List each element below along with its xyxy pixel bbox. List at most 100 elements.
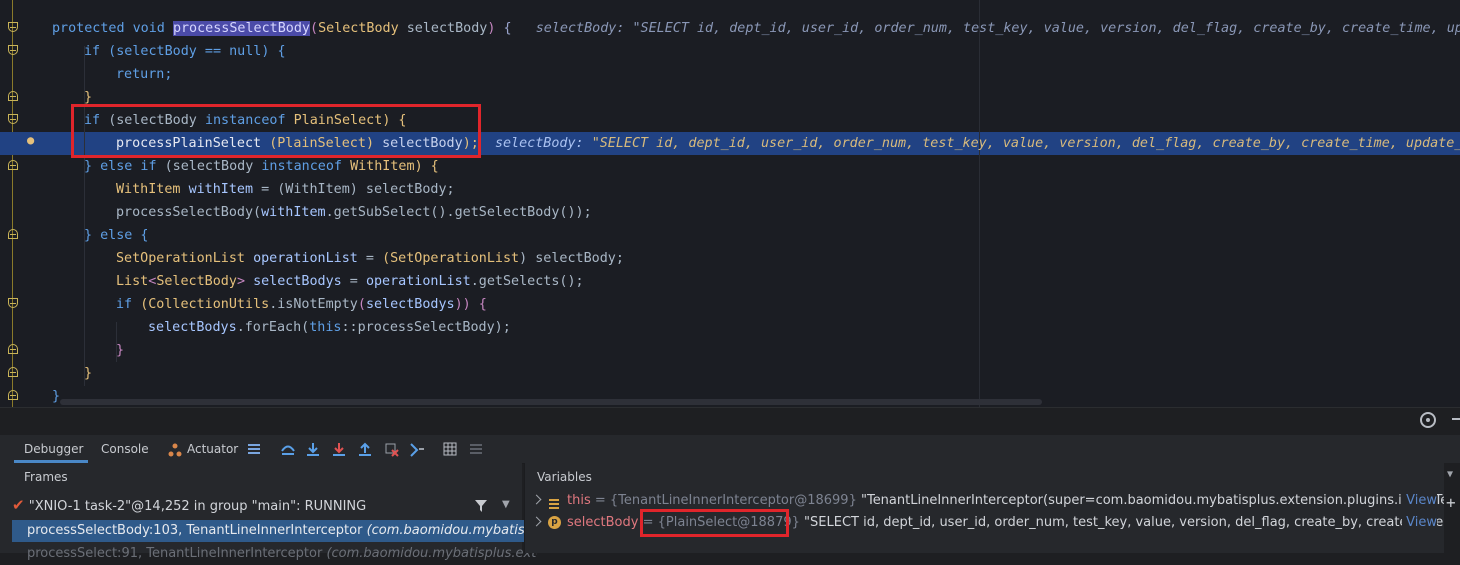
code-line[interactable]: } — [116, 339, 124, 362]
code-text: return; — [116, 67, 172, 82]
fold-marker-icon[interactable] — [8, 22, 18, 32]
code-text: (WithItem) selectBody; — [277, 182, 454, 197]
code-text: if (selectBody == null) { — [84, 44, 286, 59]
run-to-cursor-icon[interactable] — [409, 441, 425, 457]
keyword: if — [116, 297, 132, 312]
thread-selector[interactable]: ✔ "XNIO-1 task-2"@14,252 in group "main"… — [12, 493, 520, 517]
view-link[interactable]: View — [1402, 512, 1437, 534]
fold-marker-icon[interactable] — [8, 367, 18, 377]
fold-marker-icon[interactable] — [8, 390, 18, 400]
code-line[interactable]: SetOperationList operationList = (SetOpe… — [116, 247, 624, 270]
chevron-down-icon[interactable]: ▼ — [1447, 469, 1453, 480]
keyword: } else if — [84, 159, 157, 174]
code-line[interactable]: if (selectBody == null) { — [84, 40, 286, 63]
code-line[interactable]: if (CollectionUtils.isNotEmpty(selectBod… — [116, 293, 487, 316]
code-line-signature[interactable]: protected void processSelectBody(SelectB… — [52, 17, 1460, 40]
frames-title: Frames — [24, 463, 68, 491]
keyword: protected — [52, 21, 125, 36]
horizontal-scrollbar[interactable] — [60, 399, 1042, 405]
type-name: SelectBody — [156, 274, 237, 289]
frame-item[interactable]: processSelect:91, TenantLineInnerInterce… — [12, 543, 537, 565]
evaluate-expression-icon[interactable] — [442, 441, 458, 457]
drop-frame-icon[interactable] — [383, 441, 399, 457]
tab-debugger[interactable]: Debugger — [14, 435, 88, 463]
code-line[interactable]: return; — [116, 63, 172, 86]
debugger-toolbar: Debugger Console Actuator — [0, 435, 1460, 464]
parameter-icon: p — [548, 516, 561, 529]
chevron-right-icon[interactable] — [532, 495, 542, 505]
inline-debug-value: "SELECT id, dept_id, user_id, order_num,… — [633, 21, 1460, 36]
step-out-icon[interactable] — [357, 441, 373, 457]
code-line[interactable]: processSelectBody(withItem.getSubSelect(… — [116, 201, 592, 224]
menu-lines-icon[interactable] — [246, 441, 262, 457]
type-name: SetOperationList — [390, 251, 519, 266]
minimize-icon[interactable] — [1452, 418, 1460, 420]
type-name: CollectionUtils — [148, 297, 269, 312]
param-name: selectBody — [407, 21, 488, 36]
fold-marker-icon[interactable] — [8, 91, 18, 101]
code-line[interactable]: } else if (selectBody instanceof WithIte… — [84, 155, 439, 178]
type-name: SetOperationList — [116, 251, 245, 266]
step-into-icon[interactable] — [305, 441, 321, 457]
fold-marker-icon[interactable] — [8, 229, 18, 239]
plus-icon[interactable]: + — [1446, 493, 1456, 512]
type-name: WithItem — [350, 159, 415, 174]
code-line[interactable]: } — [52, 385, 60, 407]
frame-item[interactable]: processSelectBody:103, TenantLineInnerIn… — [12, 520, 537, 542]
variable: selectBodys — [148, 320, 237, 335]
keyword: void — [133, 21, 165, 36]
variable-type: {TenantLineInnerInterceptor@18699} — [610, 493, 857, 508]
variable-value: "SELECT id, dept_id, user_id, order_num,… — [800, 515, 1445, 530]
fold-marker-icon[interactable] — [8, 45, 18, 55]
variable: selectBodys — [253, 274, 342, 289]
force-step-into-icon[interactable] — [331, 441, 347, 457]
code-text: } — [116, 343, 124, 358]
keyword: } else { — [84, 228, 149, 243]
variable: withItem — [189, 182, 254, 197]
variables-title: Variables — [537, 463, 592, 491]
code-line[interactable]: selectBodys.forEach(this::processSelectB… — [148, 316, 511, 339]
tab-actuator[interactable]: Actuator — [187, 435, 238, 463]
type-name: SelectBody — [318, 21, 399, 36]
code-editor[interactable]: ● protected void processSelectBody(Selec… — [0, 0, 1460, 407]
code-text: .getSelects(); — [471, 274, 584, 289]
variable: operationList — [366, 274, 471, 289]
lightbulb-icon[interactable]: ● — [27, 134, 37, 146]
keyword: this — [309, 320, 341, 335]
code-text: ) selectBody; — [519, 251, 624, 266]
code-line[interactable]: } — [84, 362, 92, 385]
frame-method: processSelectBody:103, TenantLineInnerIn… — [27, 523, 362, 538]
fold-marker-icon[interactable] — [8, 298, 18, 308]
variable-name: this — [567, 493, 591, 508]
view-link[interactable]: View — [1402, 490, 1437, 512]
chevron-down-icon[interactable]: ▼ — [502, 493, 510, 517]
frame-package: (com.baomidou.mybatisplus.extension — [367, 523, 537, 538]
code-text: ::processSelectBody); — [342, 320, 511, 335]
step-over-icon[interactable] — [280, 441, 296, 457]
inline-debug-value: "SELECT id, dept_id, user_id, order_num,… — [592, 136, 1460, 151]
code-text: ) { — [415, 159, 439, 174]
editor-gutter[interactable] — [0, 0, 26, 407]
chevron-right-icon[interactable] — [532, 517, 542, 527]
fold-marker-icon[interactable] — [8, 114, 18, 124]
variables-panel: Variables this = {TenantLineInnerInterce… — [524, 463, 1445, 553]
settings-gear-icon[interactable] — [1420, 412, 1436, 428]
variable-name: selectBody — [567, 515, 638, 530]
tab-console[interactable]: Console — [101, 435, 149, 463]
inline-debug-hint: selectBody: — [495, 136, 584, 151]
trace-stream-icon[interactable] — [468, 441, 484, 457]
code-line[interactable]: } else { — [84, 224, 149, 247]
code-text: .getSubSelect().getSelectBody()); — [326, 205, 592, 220]
type-name: List — [116, 274, 148, 289]
fold-marker-icon[interactable] — [8, 344, 18, 354]
type-name: WithItem — [116, 182, 181, 197]
fold-marker-icon[interactable] — [8, 160, 18, 170]
thread-label: "XNIO-1 task-2"@14,252 in group "main": … — [29, 499, 367, 514]
code-line[interactable]: List<SelectBody> selectBodys = operation… — [116, 270, 584, 293]
check-icon: ✔ — [12, 496, 25, 514]
variable: operationList — [253, 251, 358, 266]
variable-value: "TenantLineInnerInterceptor(super=com.ba… — [857, 493, 1445, 508]
variable: selectBodys — [366, 297, 455, 312]
code-line[interactable]: WithItem withItem = (WithItem) selectBod… — [116, 178, 455, 201]
keyword: instanceof — [261, 159, 342, 174]
